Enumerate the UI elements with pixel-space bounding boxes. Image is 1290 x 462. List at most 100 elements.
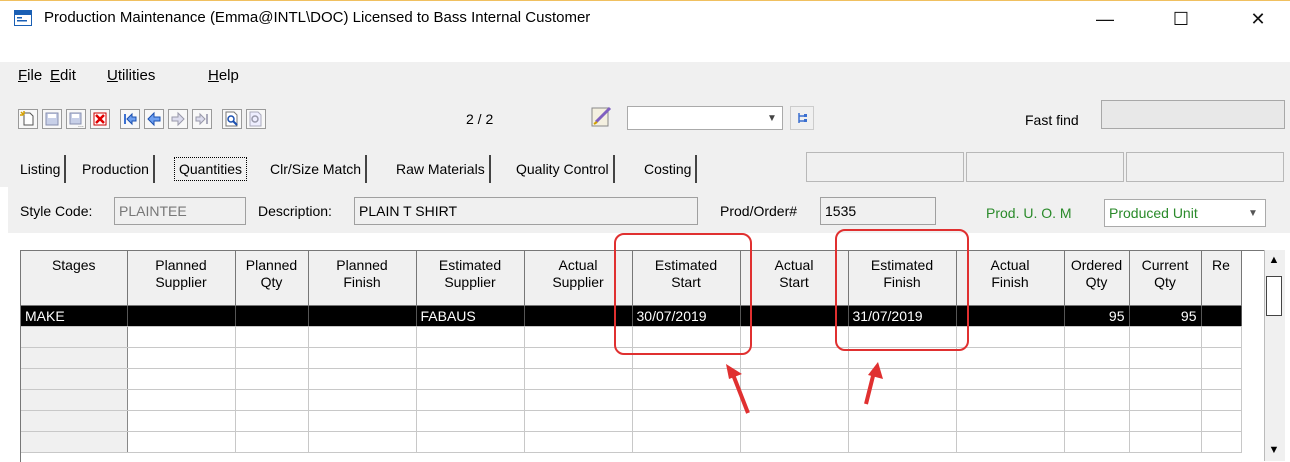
grid-cell[interactable]: [308, 410, 417, 432]
grid-cell[interactable]: [1064, 389, 1130, 411]
grid-cell[interactable]: [1129, 431, 1202, 453]
grid-cell[interactable]: [1129, 347, 1202, 369]
previous-record-icon[interactable]: [144, 109, 164, 129]
save-icon[interactable]: [42, 109, 62, 129]
grid-cell[interactable]: [1064, 410, 1130, 432]
menu-help[interactable]: Help: [208, 67, 239, 84]
grid-cell[interactable]: [1129, 326, 1202, 348]
column-header[interactable]: Current Qty: [1129, 251, 1202, 306]
column-header[interactable]: Actual Start: [740, 251, 849, 306]
grid-cell[interactable]: 95: [1064, 305, 1130, 327]
grid-cell[interactable]: [127, 410, 236, 432]
column-header[interactable]: Re: [1201, 251, 1242, 306]
fast-find-input[interactable]: [1101, 100, 1285, 129]
grid-cell[interactable]: [956, 326, 1065, 348]
maximize-button[interactable]: ☐: [1153, 0, 1209, 38]
grid-cell[interactable]: [848, 431, 957, 453]
grid-cell[interactable]: [235, 305, 309, 327]
grid-cell[interactable]: [1129, 368, 1202, 390]
grid-cell[interactable]: [1201, 431, 1242, 453]
column-header[interactable]: Actual Finish: [956, 251, 1065, 306]
grid-cell[interactable]: [1201, 347, 1242, 369]
grid-cell[interactable]: [740, 326, 849, 348]
grid-cell[interactable]: [308, 368, 417, 390]
column-header[interactable]: Estimated Supplier: [416, 251, 525, 306]
column-header[interactable]: Ordered Qty: [1064, 251, 1130, 306]
prod-order-field[interactable]: 1535: [820, 197, 936, 225]
toolbar-combo[interactable]: [627, 106, 783, 130]
chevron-down-icon[interactable]: ▼: [1240, 199, 1266, 227]
grid-cell[interactable]: [21, 347, 128, 369]
close-button[interactable]: ✕: [1230, 0, 1286, 38]
grid-cell[interactable]: [127, 305, 236, 327]
grid-cell[interactable]: [127, 368, 236, 390]
grid-cell[interactable]: [1129, 389, 1202, 411]
delete-icon[interactable]: [90, 109, 110, 129]
grid-cell[interactable]: [1201, 410, 1242, 432]
grid-cell[interactable]: MAKE: [21, 305, 128, 327]
grid-cell[interactable]: [21, 368, 128, 390]
grid-cell[interactable]: [21, 326, 128, 348]
grid-cell[interactable]: [416, 389, 525, 411]
grid-cell[interactable]: [21, 431, 128, 453]
column-header[interactable]: Stages: [21, 251, 128, 306]
spell-check-icon[interactable]: [588, 104, 616, 130]
grid-cell[interactable]: [1064, 347, 1130, 369]
tree-view-icon[interactable]: [790, 106, 814, 130]
column-header[interactable]: Planned Supplier: [127, 251, 236, 306]
grid-cell[interactable]: [235, 389, 309, 411]
grid-cell[interactable]: [956, 431, 1065, 453]
menu-file[interactable]: File: [18, 67, 42, 84]
save-as-icon[interactable]: ...: [66, 109, 86, 129]
grid-cell[interactable]: [740, 305, 849, 327]
grid-cell[interactable]: [416, 347, 525, 369]
grid-cell[interactable]: [1201, 389, 1242, 411]
grid-cell[interactable]: [632, 431, 741, 453]
grid-cell[interactable]: [956, 347, 1065, 369]
grid-cell[interactable]: [1064, 431, 1130, 453]
grid-cell[interactable]: [416, 410, 525, 432]
tab-quality-control[interactable]: Quality Control: [512, 155, 615, 183]
grid-cell[interactable]: [956, 410, 1065, 432]
grid-cell[interactable]: [1064, 326, 1130, 348]
grid-cell[interactable]: [524, 410, 633, 432]
tab-production[interactable]: Production: [78, 155, 155, 183]
grid-cell[interactable]: [21, 410, 128, 432]
grid-cell[interactable]: [127, 347, 236, 369]
tab-clr-size-match[interactable]: Clr/Size Match: [266, 155, 368, 183]
grid-cell[interactable]: [524, 389, 633, 411]
grid-cell[interactable]: [308, 431, 417, 453]
grid-cell[interactable]: [740, 431, 849, 453]
description-field[interactable]: PLAIN T SHIRT: [354, 197, 698, 225]
grid-cell[interactable]: [308, 326, 417, 348]
grid-cell[interactable]: FABAUS: [416, 305, 525, 327]
grid-cell[interactable]: [127, 389, 236, 411]
grid-cell[interactable]: [416, 326, 525, 348]
grid-cell[interactable]: [235, 368, 309, 390]
grid-cell[interactable]: [848, 410, 957, 432]
grid-cell[interactable]: [235, 347, 309, 369]
grid-cell[interactable]: [524, 368, 633, 390]
grid-cell[interactable]: [956, 305, 1065, 327]
tab-costing[interactable]: Costing: [640, 155, 698, 183]
tab-listing[interactable]: Listing: [16, 155, 67, 183]
scroll-up-icon[interactable]: ▲: [1264, 250, 1284, 270]
last-record-icon[interactable]: [192, 109, 212, 129]
grid-cell[interactable]: [524, 431, 633, 453]
tab-raw-materials[interactable]: Raw Materials: [392, 155, 491, 183]
grid-cell[interactable]: [416, 431, 525, 453]
new-icon[interactable]: [18, 109, 38, 129]
grid-cell[interactable]: [1201, 368, 1242, 390]
grid-cell[interactable]: 95: [1129, 305, 1202, 327]
table-row[interactable]: [21, 410, 1242, 432]
scroll-down-icon[interactable]: ▼: [1264, 440, 1284, 460]
grid-cell[interactable]: [308, 389, 417, 411]
table-row[interactable]: [21, 389, 1242, 411]
table-row[interactable]: [21, 368, 1242, 390]
grid-cell[interactable]: [956, 368, 1065, 390]
grid-cell[interactable]: [21, 389, 128, 411]
grid-cell[interactable]: [127, 326, 236, 348]
grid-cell[interactable]: [1064, 368, 1130, 390]
grid-cell[interactable]: [127, 431, 236, 453]
grid-cell[interactable]: [235, 326, 309, 348]
